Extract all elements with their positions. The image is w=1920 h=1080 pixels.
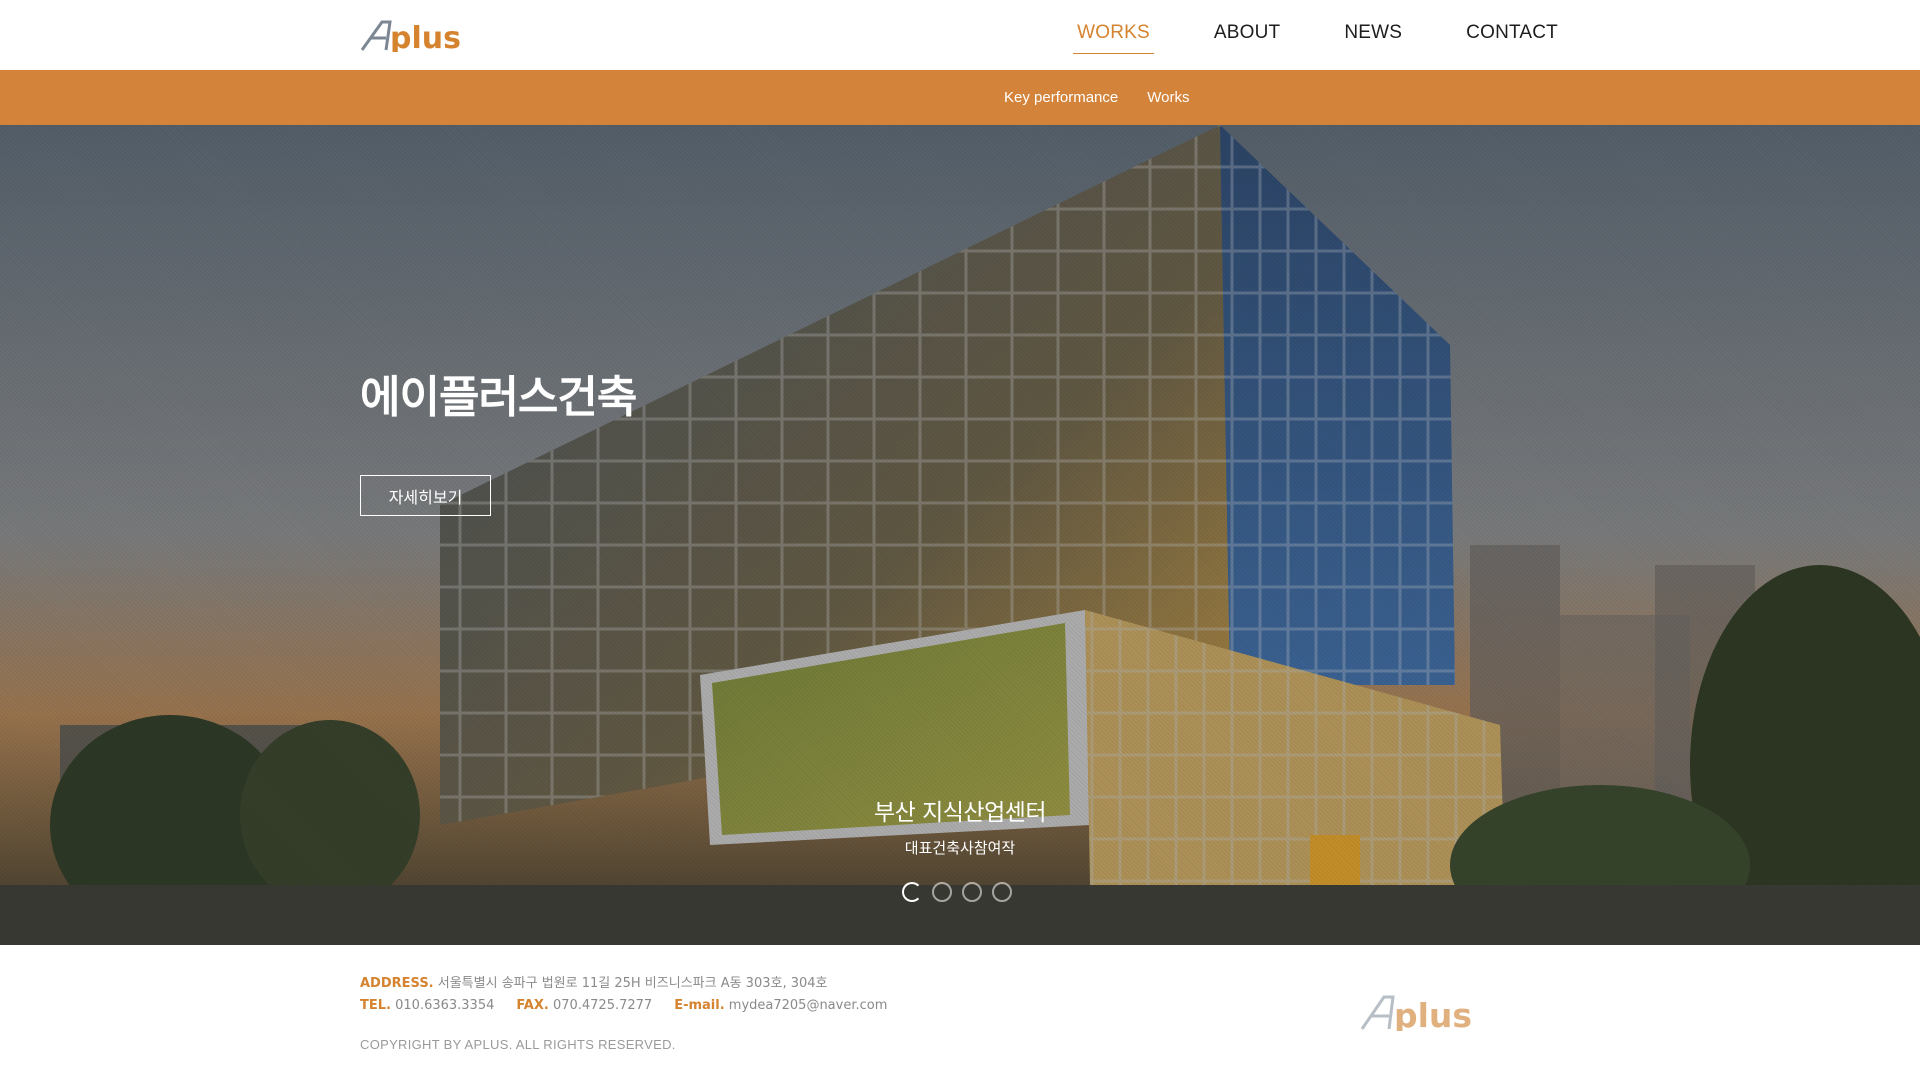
email-label: E-mail. [674, 998, 725, 1013]
hero-slider: 에이플러스건축 자세히보기 부산 지식산업센터 대표건축사참여작 [0, 125, 1920, 945]
email-value[interactable]: mydea7205@naver.com [729, 998, 888, 1013]
footer-aplus-logo: plus [1360, 993, 1508, 1035]
subnav-works[interactable]: Works [1147, 89, 1189, 106]
subnav-key-performance[interactable]: Key performance [1004, 89, 1118, 106]
svg-text:plus: plus [1394, 996, 1472, 1031]
nav-about[interactable]: ABOUT [1210, 16, 1284, 54]
footer-contact: TEL. 010.6363.3354 FAX. 070.4725.7277 E-… [360, 998, 887, 1013]
nav-works[interactable]: WORKS [1073, 16, 1154, 54]
sub-nav-bar: Key performance Works [0, 70, 1920, 125]
footer-address: ADDRESS. 서울특별시 송파구 법원로 11길 25H 비즈니스파크 A동… [360, 972, 828, 991]
svg-text:plus: plus [390, 21, 461, 52]
nav-news[interactable]: NEWS [1340, 16, 1406, 54]
site-header: plus WORKS ABOUT NEWS CONTACT [0, 0, 1920, 70]
main-nav: WORKS ABOUT NEWS CONTACT [1017, 0, 1562, 70]
slider-pagination [902, 882, 1012, 902]
slider-dot-2[interactable] [932, 882, 952, 902]
tel-label: TEL. [360, 998, 391, 1013]
slider-dot-3[interactable] [962, 882, 982, 902]
tel-item: TEL. 010.6363.3354 [360, 998, 494, 1013]
hero-title: 에이플러스건축 [360, 372, 637, 423]
slider-dot-1[interactable] [902, 882, 922, 902]
address-label: ADDRESS. [360, 976, 434, 991]
fax-value: 070.4725.7277 [552, 998, 653, 1013]
slide-title: 부산 지식산업센터 [873, 800, 1047, 826]
aplus-logo[interactable]: plus [360, 18, 490, 52]
fax-label: FAX. [516, 998, 549, 1013]
site-footer: ADDRESS. 서울특별시 송파구 법원로 11길 25H 비즈니스파크 A동… [0, 945, 1920, 1080]
slide-subtitle: 대표건축사참여작 [904, 839, 1016, 857]
copyright-text: COPYRIGHT BY APLUS. ALL RIGHTS RESERVED. [360, 1037, 676, 1052]
email-item: E-mail. mydea7205@naver.com [674, 998, 887, 1013]
address-value: 서울특별시 송파구 법원로 11길 25H 비즈니스파크 A동 303호, 30… [437, 976, 828, 991]
fax-item: FAX. 070.4725.7277 [516, 998, 652, 1013]
slide-caption: 부산 지식산업센터 대표건축사참여작 [760, 793, 1160, 858]
tel-value: 010.6363.3354 [395, 998, 495, 1013]
nav-contact[interactable]: CONTACT [1462, 16, 1562, 54]
slider-dot-4[interactable] [992, 882, 1012, 902]
view-details-button[interactable]: 자세히보기 [360, 475, 491, 516]
